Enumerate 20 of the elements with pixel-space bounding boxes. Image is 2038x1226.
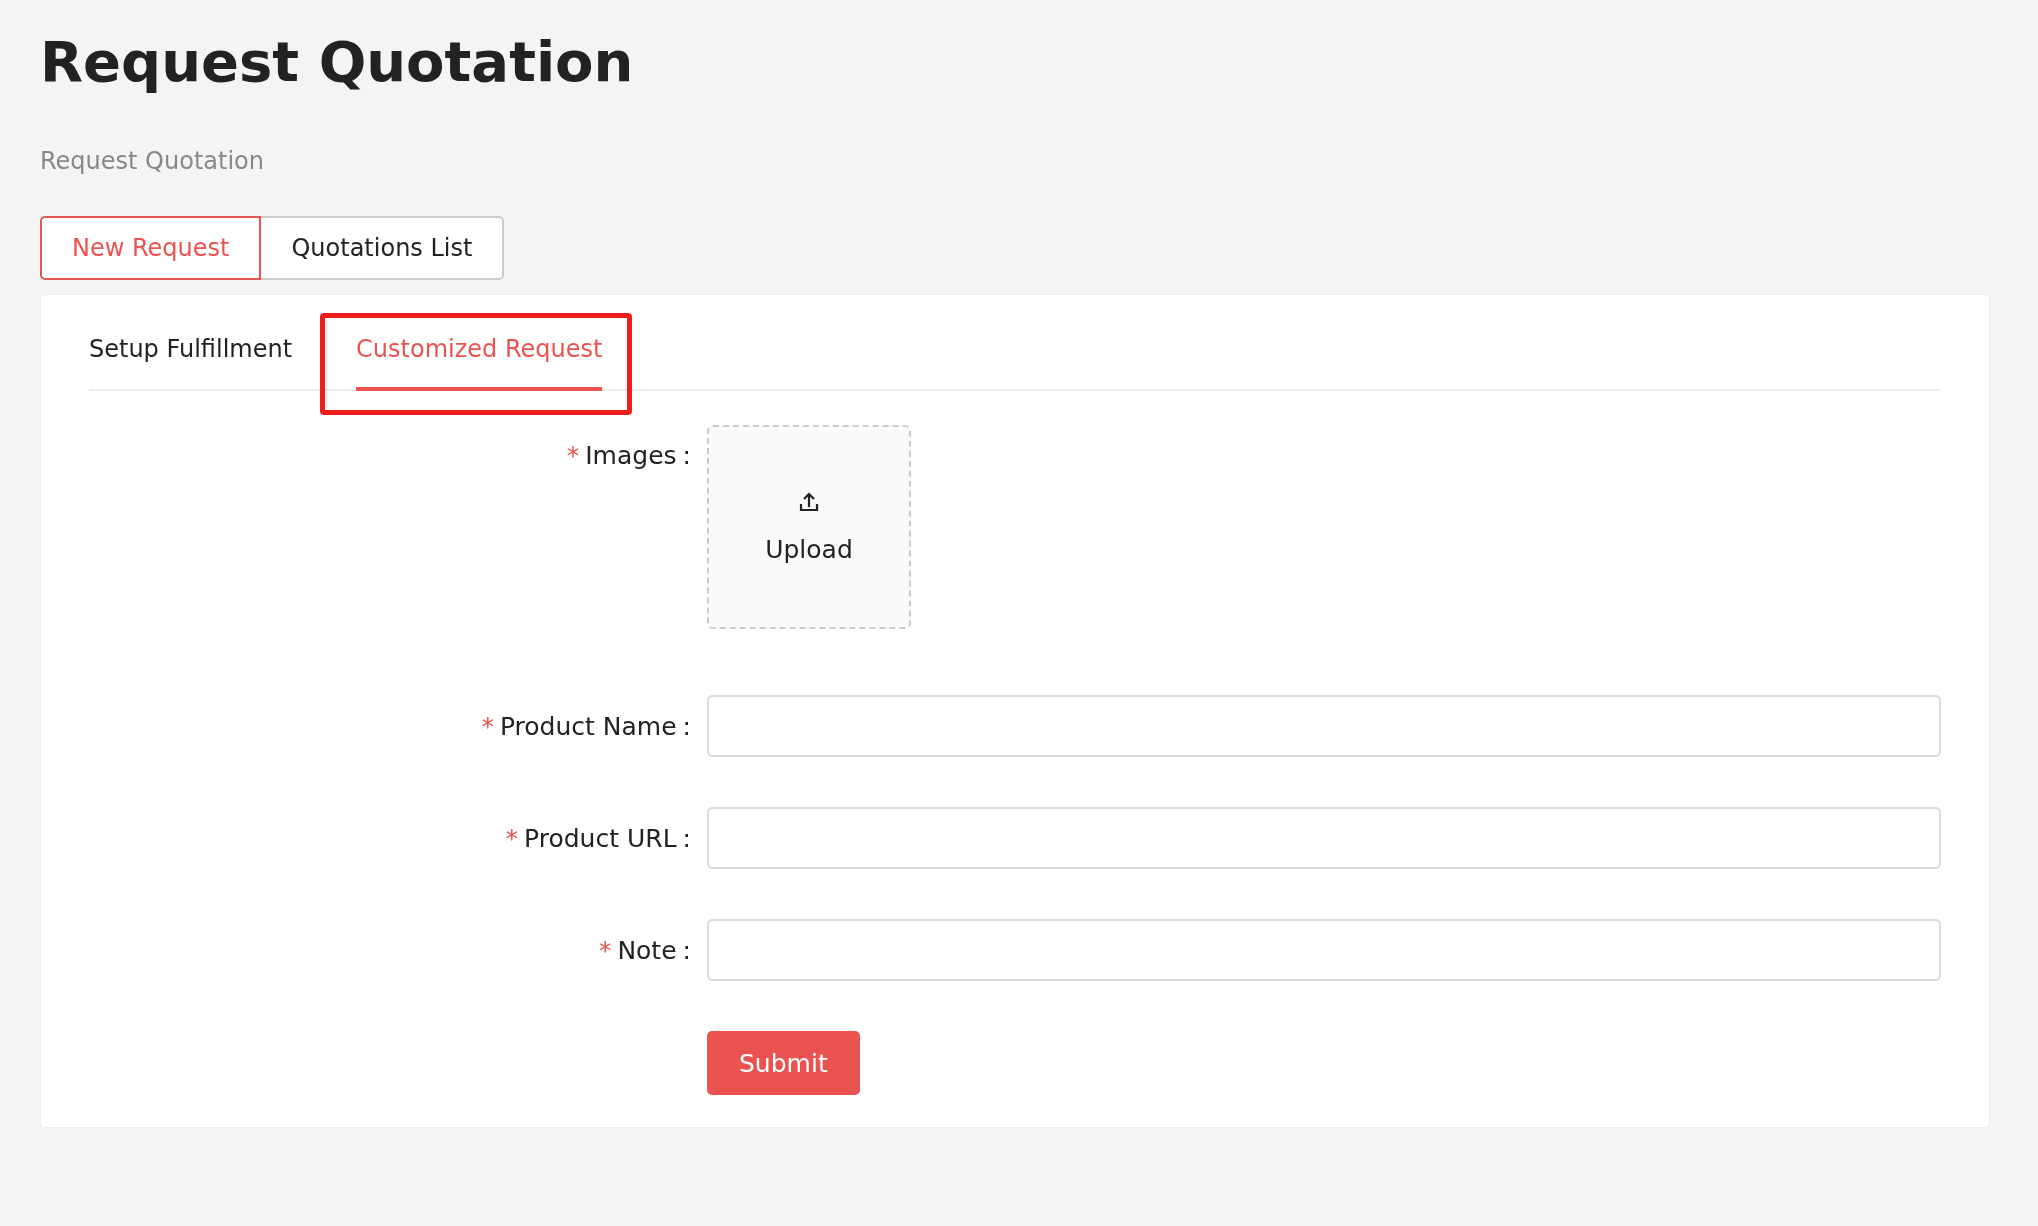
segment-tab[interactable]: New Request	[40, 216, 262, 280]
required-mark: *	[598, 935, 612, 965]
form-tab[interactable]: Setup Fulfillment	[89, 335, 293, 391]
page-subtitle: Request Quotation	[40, 146, 264, 176]
field-label: Images	[585, 441, 677, 470]
segment-tab[interactable]: Quotations List	[261, 216, 505, 280]
upload-area[interactable]: Upload	[707, 425, 911, 629]
label-colon: :	[682, 935, 691, 965]
submit-button[interactable]: Submit	[707, 1031, 860, 1095]
page-title: Request Quotation	[40, 28, 635, 96]
required-mark: *	[566, 441, 580, 470]
label-colon: :	[682, 441, 691, 470]
field-label: Note	[617, 935, 677, 965]
field-label: Product URL	[524, 823, 677, 853]
field-label: Product Name	[499, 711, 677, 741]
required-mark: *	[505, 823, 519, 853]
label-colon: :	[682, 823, 691, 853]
label-colon: :	[682, 711, 691, 741]
required-mark: *	[481, 711, 494, 741]
form-tab[interactable]: Customized Request	[356, 335, 603, 391]
